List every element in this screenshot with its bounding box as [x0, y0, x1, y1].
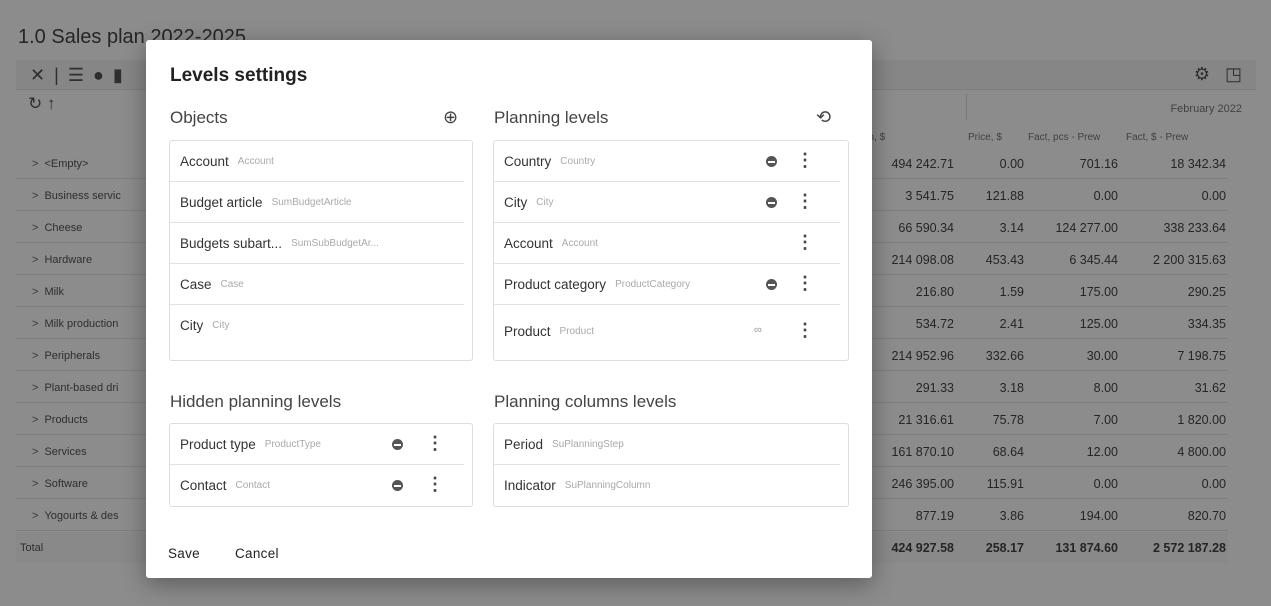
item-code: Account: [561, 237, 598, 249]
item-code: Country: [560, 155, 596, 167]
item-code: SuPlanningStep: [552, 438, 624, 450]
item-code: Account: [237, 155, 274, 167]
list-item[interactable]: Account Account ⋮: [494, 223, 840, 264]
item-name: Budget article: [180, 194, 263, 210]
cancel-button[interactable]: Cancel: [235, 546, 279, 561]
plus-circle-icon[interactable]: ⊕: [443, 107, 458, 128]
list-item[interactable]: Budget article SumBudgetArticle: [170, 182, 464, 223]
item-code: SumBudgetArticle: [271, 196, 352, 208]
item-code: SumSubBudgetAr...: [291, 237, 379, 249]
item-code: Case: [220, 278, 244, 290]
item-name: Budgets subart...: [180, 235, 283, 251]
save-button[interactable]: Save: [168, 546, 200, 561]
item-code: ProductCategory: [615, 278, 691, 290]
list-item[interactable]: Contact Contact ⋮: [170, 465, 464, 506]
dialog-title: Levels settings: [170, 65, 308, 86]
item-name: Indicator: [504, 478, 556, 493]
list-item[interactable]: Product Product ∞ ⋮: [494, 305, 840, 357]
item-name: City: [504, 194, 528, 210]
planning-levels-section-title: Planning levels: [494, 108, 609, 127]
item-code: City: [536, 196, 554, 208]
minus-circle-icon[interactable]: [392, 439, 403, 450]
planning-levels-list: Country Country ⋮ City City ⋮ Account Accou…: [493, 140, 849, 361]
more-vertical-icon[interactable]: ⋮: [426, 434, 444, 453]
item-code: ProductType: [264, 438, 321, 450]
column-levels-section-title: Planning columns levels: [494, 392, 677, 411]
hidden-levels-list: Product type ProductType ⋮ Contact Contact…: [169, 423, 473, 507]
objects-section-title: Objects: [170, 108, 228, 127]
minus-circle-icon[interactable]: [392, 480, 403, 491]
minus-circle-icon[interactable]: [766, 279, 777, 290]
list-item[interactable]: Product category ProductCategory ⋮: [494, 264, 840, 305]
item-name: Product type: [180, 436, 256, 452]
list-item[interactable]: City City ⋮: [494, 182, 840, 223]
more-vertical-icon[interactable]: ⋮: [796, 274, 814, 293]
hidden-levels-section-title: Hidden planning levels: [170, 392, 342, 411]
more-vertical-icon[interactable]: ⋮: [796, 192, 814, 211]
more-vertical-icon[interactable]: ⋮: [796, 151, 814, 170]
more-vertical-icon[interactable]: ⋮: [796, 321, 814, 340]
item-code: Contact: [235, 480, 270, 491]
item-name: Period: [504, 436, 544, 452]
link-icon[interactable]: ∞: [754, 324, 762, 336]
list-item[interactable]: Budgets subart... SumSubBudgetAr...: [170, 223, 464, 264]
list-item[interactable]: Period SuPlanningStep: [494, 424, 840, 465]
item-name: Product category: [504, 276, 607, 292]
item-name: Country: [504, 153, 552, 169]
levels-settings-dialog: Levels settings Objects ⊕ Account Account…: [146, 40, 872, 578]
sync-icon[interactable]: ⟲: [816, 107, 831, 128]
item-name: City: [180, 318, 204, 333]
more-vertical-icon[interactable]: ⋮: [426, 475, 444, 494]
minus-circle-icon[interactable]: [766, 156, 777, 167]
list-item[interactable]: Account Account: [170, 141, 464, 182]
item-name: Case: [180, 276, 212, 292]
item-code: City: [212, 320, 230, 331]
list-item[interactable]: Case Case: [170, 264, 464, 305]
item-code: Product: [559, 325, 594, 337]
more-vertical-icon[interactable]: ⋮: [796, 233, 814, 252]
objects-list: Account Account Budget article SumBudgetAr…: [169, 140, 473, 361]
item-name: Product: [504, 323, 551, 339]
item-name: Account: [180, 153, 229, 169]
list-item[interactable]: Product type ProductType ⋮: [170, 424, 464, 465]
item-name: Contact: [180, 478, 227, 493]
list-item[interactable]: Country Country ⋮: [494, 141, 840, 182]
item-name: Account: [504, 235, 553, 251]
minus-circle-icon[interactable]: [766, 197, 777, 208]
column-levels-list: Period SuPlanningStep Indicator SuPlanning…: [493, 423, 849, 507]
list-item[interactable]: Indicator SuPlanningColumn: [494, 465, 840, 506]
item-code: SuPlanningColumn: [564, 480, 651, 491]
list-item[interactable]: City City: [170, 305, 464, 346]
